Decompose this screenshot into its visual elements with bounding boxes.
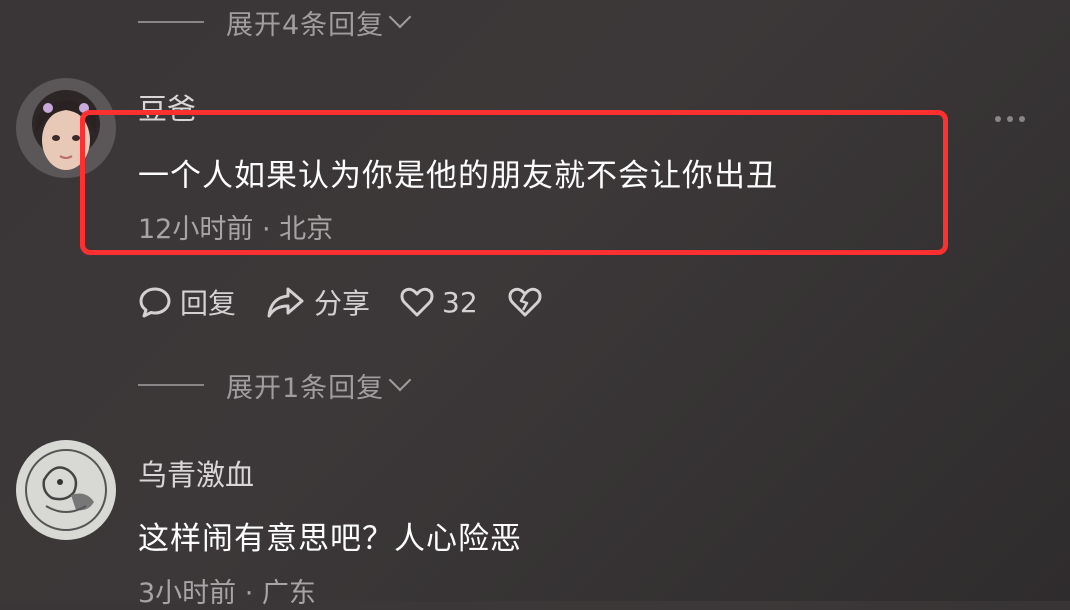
more-options-icon[interactable] [993, 114, 1027, 124]
like-count: 32 [442, 285, 478, 319]
comment-actions: 回复 分享 32 [138, 280, 580, 324]
like-button[interactable]: 32 [400, 286, 478, 319]
comment-text: 这样闹有意思吧？人心险恶 [138, 521, 522, 557]
chevron-down-icon [388, 5, 412, 29]
expand-replies[interactable]: 展开1条回复 [138, 365, 412, 405]
share-arrow-icon [267, 287, 304, 318]
expand-replies-top[interactable]: 展开4条回复 [138, 2, 412, 42]
expand-replies-label: 展开1条回复 [226, 372, 385, 404]
comment-bubble-icon [139, 287, 171, 318]
avatar[interactable] [16, 440, 116, 540]
chevron-down-icon [388, 368, 412, 392]
reply-label: 回复 [180, 287, 237, 320]
share-button[interactable]: 分享 [266, 282, 370, 322]
comment-author[interactable]: 乌青激血 [138, 452, 254, 494]
divider-line [138, 384, 204, 386]
highlight-annotation-box [80, 110, 948, 255]
heart-icon [400, 287, 434, 317]
broken-heart-icon [508, 287, 542, 317]
share-label: 分享 [314, 287, 371, 320]
dislike-button[interactable] [508, 286, 550, 318]
divider-line [138, 21, 204, 23]
comment-meta: 3小时前 · 广东 [138, 578, 316, 609]
expand-replies-label: 展开4条回复 [226, 9, 385, 41]
reply-button[interactable]: 回复 [138, 282, 236, 322]
